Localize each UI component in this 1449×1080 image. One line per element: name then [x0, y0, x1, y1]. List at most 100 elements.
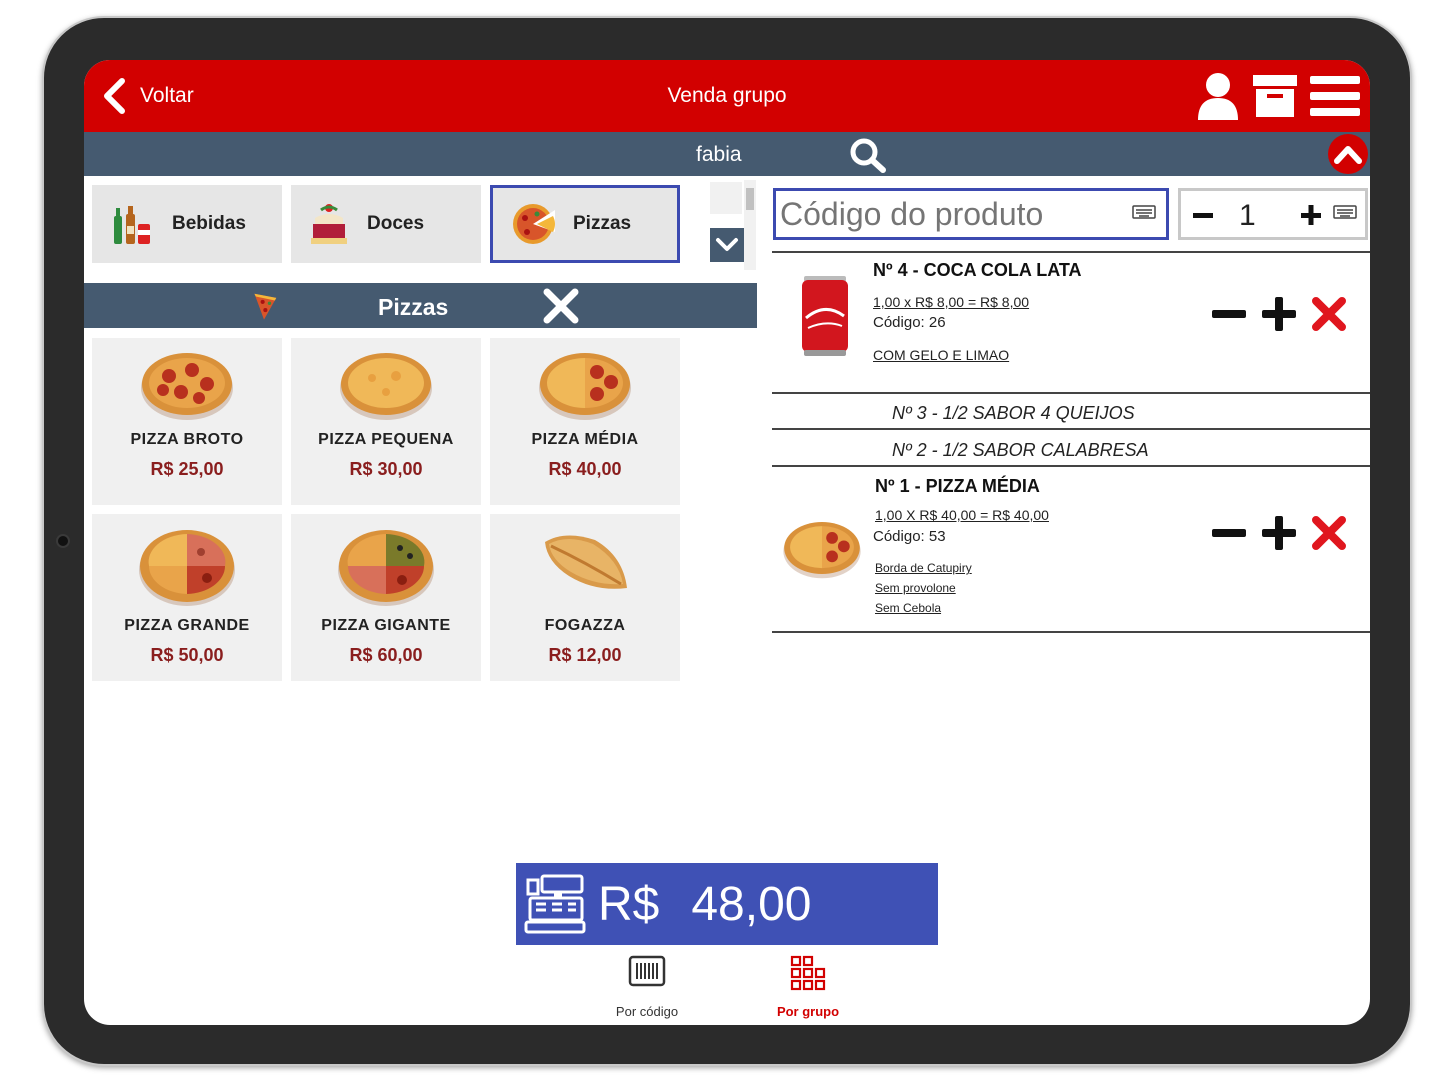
pizza-slice-icon — [254, 293, 277, 320]
plus-icon[interactable] — [1299, 203, 1323, 227]
divider — [772, 251, 1370, 253]
pizza-image — [539, 353, 631, 420]
remove-icon[interactable] — [1311, 515, 1347, 551]
category-label: Bebidas — [172, 213, 246, 234]
product-price: R$ 50,00 — [150, 645, 224, 665]
plus-icon[interactable] — [1261, 515, 1297, 551]
category-label: Pizzas — [573, 213, 632, 234]
divider — [772, 465, 1370, 467]
pizza-slice-icon — [513, 204, 555, 244]
pizza-image — [783, 521, 861, 579]
order-item-code: Código: 26 — [873, 314, 946, 331]
order-item-code: Código: 53 — [873, 528, 946, 545]
top-bar: Voltar Venda grupo — [84, 60, 1370, 132]
total-currency: R$ — [598, 877, 660, 931]
divider — [772, 631, 1370, 633]
product-code-input[interactable] — [776, 191, 1116, 237]
quantity-value[interactable]: 1 — [1239, 199, 1256, 233]
product-name: FOGAZZA — [544, 617, 626, 634]
product-card[interactable]: PIZZA GRANDE R$ 50,00 — [92, 514, 282, 681]
pizza-image — [340, 353, 432, 420]
tab-label: Por código — [615, 1004, 679, 1019]
cake-icon — [311, 204, 347, 244]
camera-icon — [56, 534, 70, 548]
product-name: PIZZA BROTO — [130, 431, 244, 448]
search-icon[interactable] — [849, 137, 887, 173]
pizza-image — [338, 530, 434, 606]
product-grid: PIZZA BROTO R$ 25,00 PIZZA PEQUENA R$ 30… — [92, 338, 680, 681]
top-actions — [1196, 72, 1360, 120]
item-actions — [1211, 296, 1347, 332]
category-bebidas[interactable]: Bebidas — [92, 185, 282, 263]
order-item-note[interactable]: Sem provolone — [875, 581, 956, 595]
product-name: PIZZA GRANDE — [124, 617, 250, 634]
product-price: R$ 25,00 — [150, 459, 224, 479]
order-item-name: Nº 4 - COCA COLA LATA — [873, 260, 1082, 280]
product-name: PIZZA MÉDIA — [531, 431, 639, 448]
chevron-up-icon — [1334, 146, 1362, 164]
scrollbar-thumb[interactable] — [746, 188, 754, 210]
scroll-placeholder — [710, 182, 742, 214]
product-price: R$ 60,00 — [349, 645, 423, 665]
total-value: 48,00 — [691, 877, 812, 931]
app-screen: Voltar Venda grupo fabia Bebidas Doces P… — [84, 60, 1370, 1025]
page-title: Venda grupo — [667, 84, 787, 107]
product-card[interactable]: PIZZA MÉDIA R$ 40,00 — [490, 338, 680, 505]
product-card[interactable]: PIZZA BROTO R$ 25,00 — [92, 338, 282, 505]
archive-icon[interactable] — [1252, 73, 1298, 119]
category-scroller — [708, 180, 760, 270]
minus-icon[interactable] — [1211, 296, 1247, 332]
tab-por-codigo[interactable]: Por código — [592, 955, 702, 1019]
pizza-image — [139, 530, 235, 606]
order-half-flavor: Nº 3 - 1/2 SABOR 4 QUEIJOS — [892, 403, 1135, 423]
cash-register-icon — [524, 874, 586, 934]
coca-cola-can-image — [802, 276, 848, 356]
group-title: Pizzas — [378, 294, 449, 320]
minus-icon[interactable] — [1191, 203, 1215, 227]
category-pizzas[interactable]: Pizzas — [490, 185, 680, 263]
tablet-frame: Voltar Venda grupo fabia Bebidas Doces P… — [42, 16, 1412, 1066]
product-card[interactable]: PIZZA PEQUENA R$ 30,00 — [291, 338, 481, 505]
category-label: Doces — [367, 213, 425, 234]
pizza-image — [141, 353, 233, 420]
group-header: Pizzas — [84, 283, 757, 328]
user-name: fabia — [696, 143, 742, 166]
collapse-button[interactable] — [1328, 134, 1368, 174]
order-item-calc: 1,00 X R$ 40,00 = R$ 40,00 — [875, 507, 1049, 523]
keyboard-icon[interactable] — [1132, 205, 1156, 219]
plus-icon[interactable] — [1261, 296, 1297, 332]
minus-icon[interactable] — [1211, 515, 1247, 551]
tab-label: Por grupo — [776, 1004, 840, 1019]
order-item-note[interactable]: Borda de Catupiry — [875, 561, 972, 575]
divider — [772, 428, 1370, 430]
order-item-note[interactable]: COM GELO E LIMAO — [873, 347, 1009, 363]
order-item-name: Nº 1 - PIZZA MÉDIA — [875, 476, 1040, 496]
remove-icon[interactable] — [1311, 296, 1347, 332]
total-button[interactable]: R$ 48,00 — [516, 863, 938, 945]
product-name: PIZZA GIGANTE — [321, 617, 451, 634]
product-code-field[interactable] — [773, 188, 1169, 240]
product-price: R$ 12,00 — [548, 645, 622, 665]
product-name: PIZZA PEQUENA — [318, 431, 454, 448]
user-icon[interactable] — [1196, 72, 1240, 120]
order-half-flavor: Nº 2 - 1/2 SABOR CALABRESA — [892, 440, 1149, 460]
product-card[interactable]: FOGAZZA R$ 12,00 — [490, 514, 680, 681]
barcode-icon — [628, 955, 666, 987]
user-bar: fabia — [84, 132, 1370, 176]
menu-icon[interactable] — [1310, 74, 1360, 118]
category-list: Bebidas Doces Pizzas — [92, 185, 680, 263]
close-icon[interactable] — [542, 287, 580, 325]
quantity-stepper: 1 — [1178, 188, 1368, 240]
fogazza-image — [545, 535, 627, 589]
product-price: R$ 30,00 — [349, 459, 423, 479]
scroll-down-button[interactable] — [710, 228, 744, 262]
order-item-calc: 1,00 x R$ 8,00 = R$ 8,00 — [873, 294, 1030, 310]
keyboard-icon[interactable] — [1333, 205, 1357, 219]
divider — [772, 392, 1370, 394]
order-item-note[interactable]: Sem Cebola — [875, 601, 941, 615]
category-doces[interactable]: Doces — [291, 185, 481, 263]
tab-por-grupo[interactable]: Por grupo — [753, 955, 863, 1019]
product-card[interactable]: PIZZA GIGANTE R$ 60,00 — [291, 514, 481, 681]
bottles-icon — [114, 206, 150, 244]
chevron-down-icon — [716, 238, 738, 251]
